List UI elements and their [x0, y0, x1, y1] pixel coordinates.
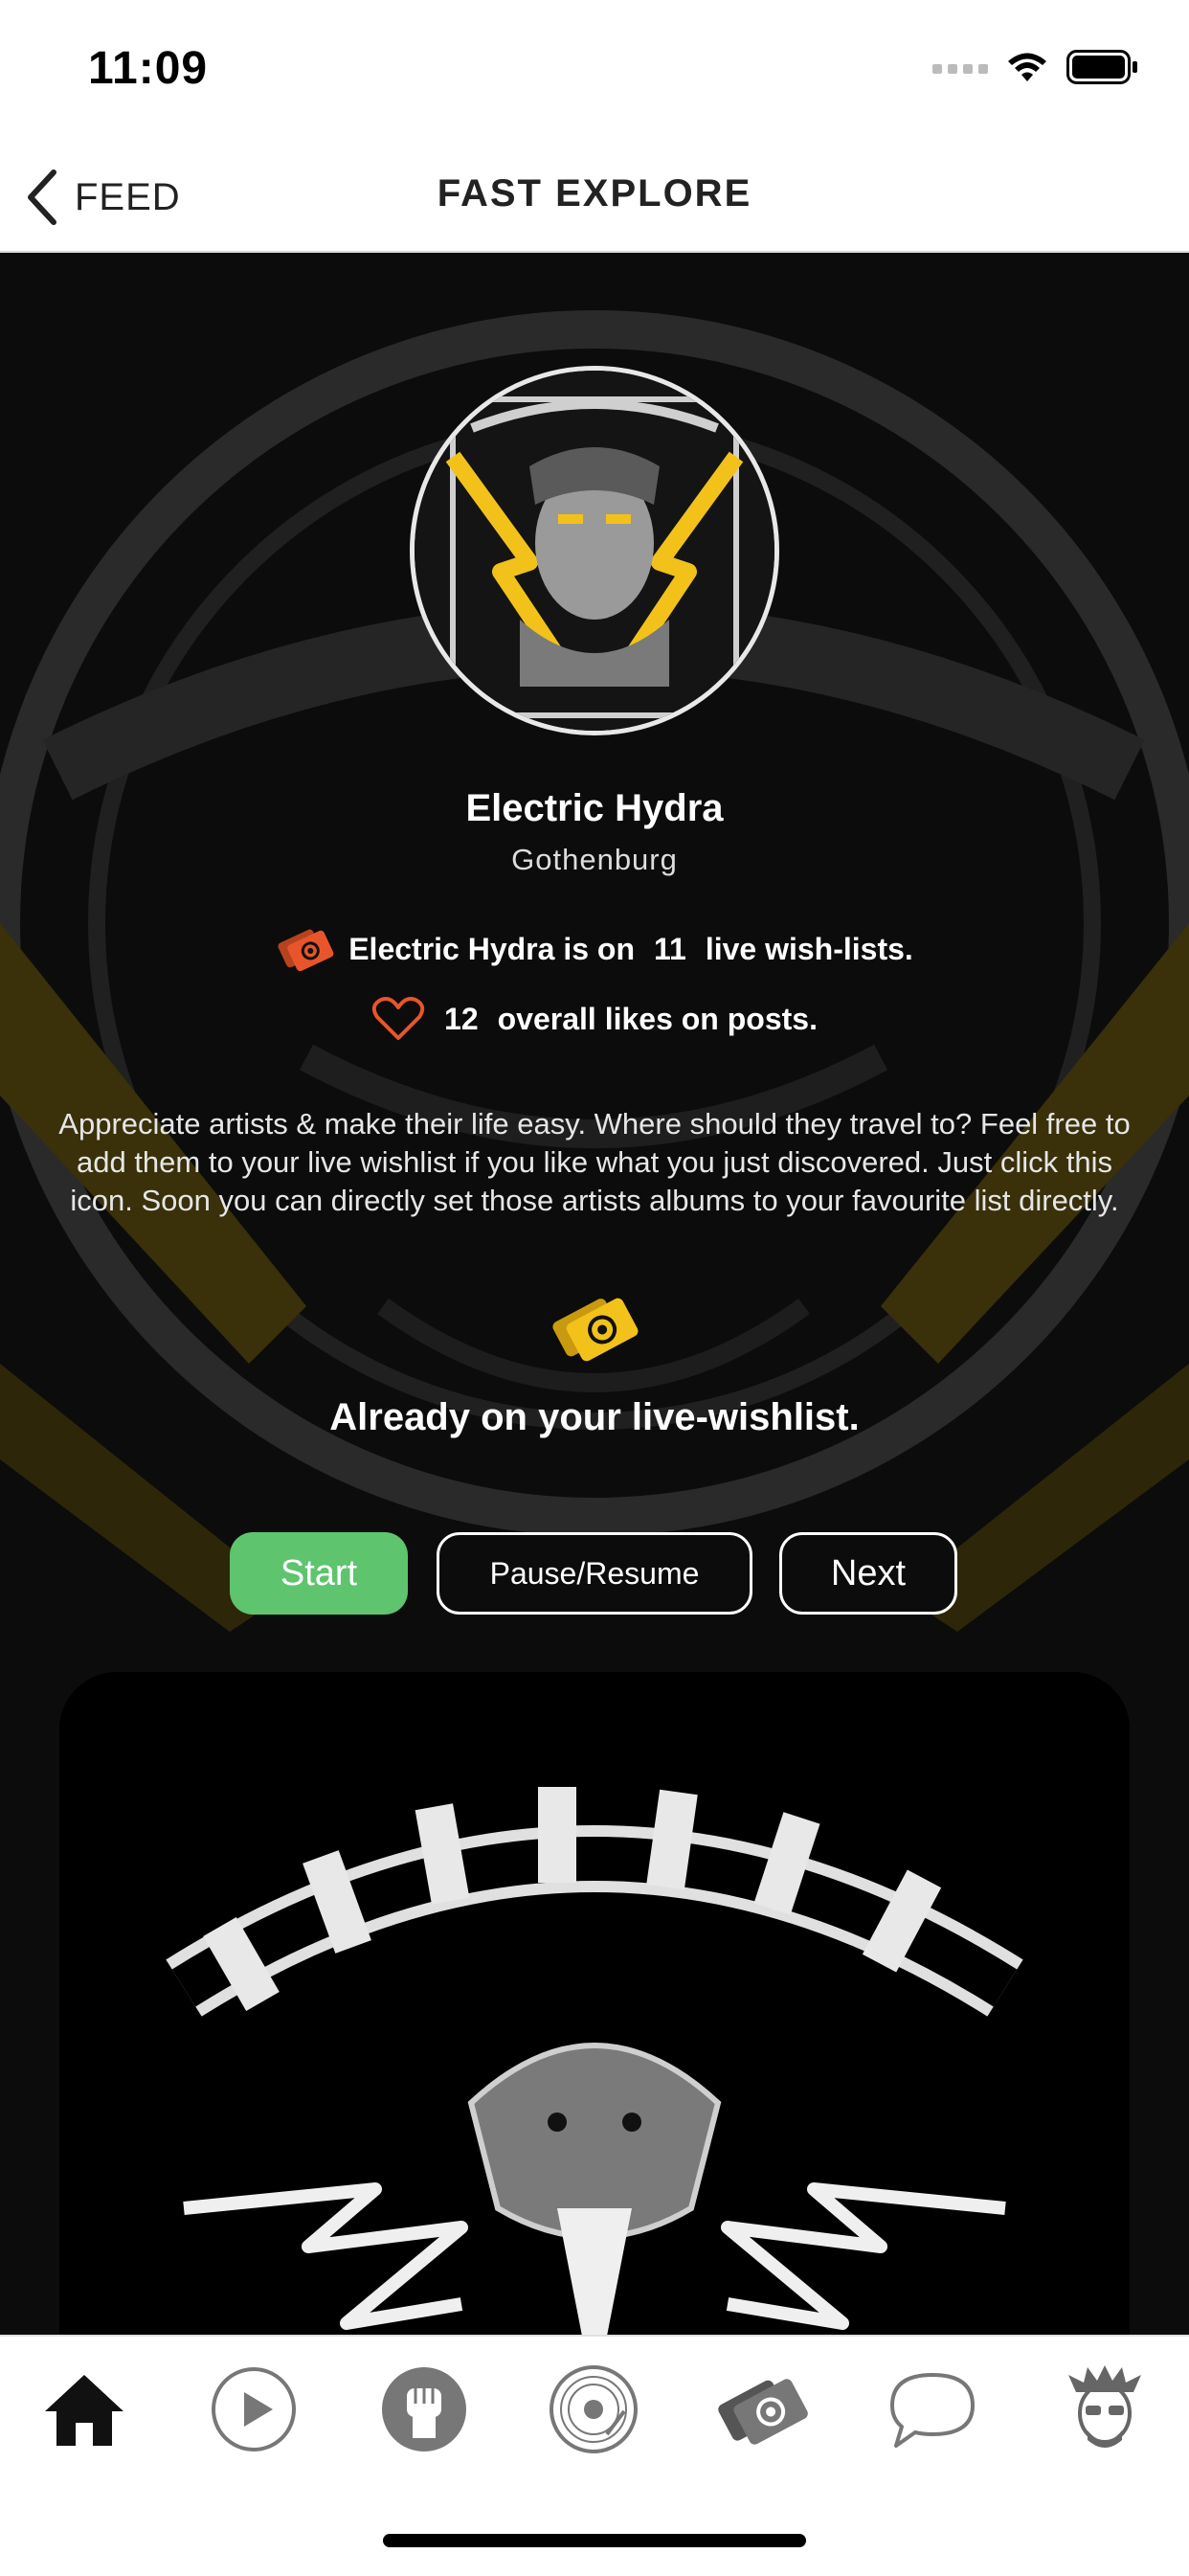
wifi-icon: [1008, 53, 1046, 81]
tab-messages[interactable]: [885, 2361, 980, 2457]
status-icons: [932, 50, 1139, 84]
artist-avatar[interactable]: [410, 366, 779, 735]
add-to-wishlist-button[interactable]: [550, 1287, 639, 1372]
home-indicator: [383, 2534, 806, 2547]
pause-resume-button[interactable]: Pause/Resume: [437, 1532, 752, 1615]
likes-stat: 12 overall likes on posts.: [0, 996, 1189, 1042]
wishlist-tickets-icon: [552, 1298, 639, 1362]
artist-name: Electric Hydra: [465, 787, 724, 829]
tab-home[interactable]: [36, 2361, 132, 2457]
battery-icon: [1066, 50, 1137, 84]
cellular-signal-icon: [932, 64, 988, 74]
navigation-bar: FEED FAST EXPLORE: [0, 144, 1189, 253]
tab-play[interactable]: [206, 2361, 302, 2457]
tab-profile[interactable]: [1057, 2361, 1153, 2457]
home-icon: [45, 2375, 123, 2446]
next-button[interactable]: Next: [779, 1532, 957, 1615]
wishlist-stat-prefix: Electric Hydra is on: [348, 931, 635, 966]
profile-avatar-icon: [1068, 2365, 1141, 2448]
tickets-icon: [718, 2379, 808, 2445]
description-text: Appreciate artists & make their life eas…: [58, 1107, 1131, 1217]
wishlist-count: 11: [653, 931, 686, 966]
likes-stat-suffix: overall likes on posts.: [497, 1001, 818, 1036]
tab-wishlist[interactable]: [715, 2361, 811, 2457]
status-bar: 11:09: [0, 0, 1189, 144]
tab-albums[interactable]: [546, 2361, 641, 2457]
wishlist-status: Already on your live-wishlist.: [329, 1396, 860, 1438]
start-button[interactable]: Start: [230, 1532, 408, 1615]
tickets-icon: [278, 929, 334, 972]
wishlist-stat-suffix: live wish-lists.: [705, 931, 913, 966]
chat-bubble-icon: [890, 2373, 975, 2448]
artist-detail-panel: Electric Hydra Gothenburg Electric Hydra…: [0, 253, 1189, 2335]
album-artwork-image: [59, 1672, 1130, 2335]
album-artwork-card[interactable]: [59, 1672, 1130, 2335]
artist-logo-image: [415, 371, 774, 731]
page-title: FAST EXPLORE: [437, 172, 752, 215]
fist-icon: [382, 2367, 466, 2452]
vinyl-icon: [550, 2365, 638, 2453]
wishlist-stat: Electric Hydra is on 11 live wish-lists.: [0, 923, 1189, 975]
play-icon: [212, 2367, 296, 2452]
tab-community[interactable]: [376, 2361, 472, 2457]
status-time: 11:09: [88, 43, 209, 94]
likes-count: 12: [444, 1001, 479, 1036]
artist-city: Gothenburg: [511, 843, 678, 876]
heart-icon: [371, 997, 425, 1040]
